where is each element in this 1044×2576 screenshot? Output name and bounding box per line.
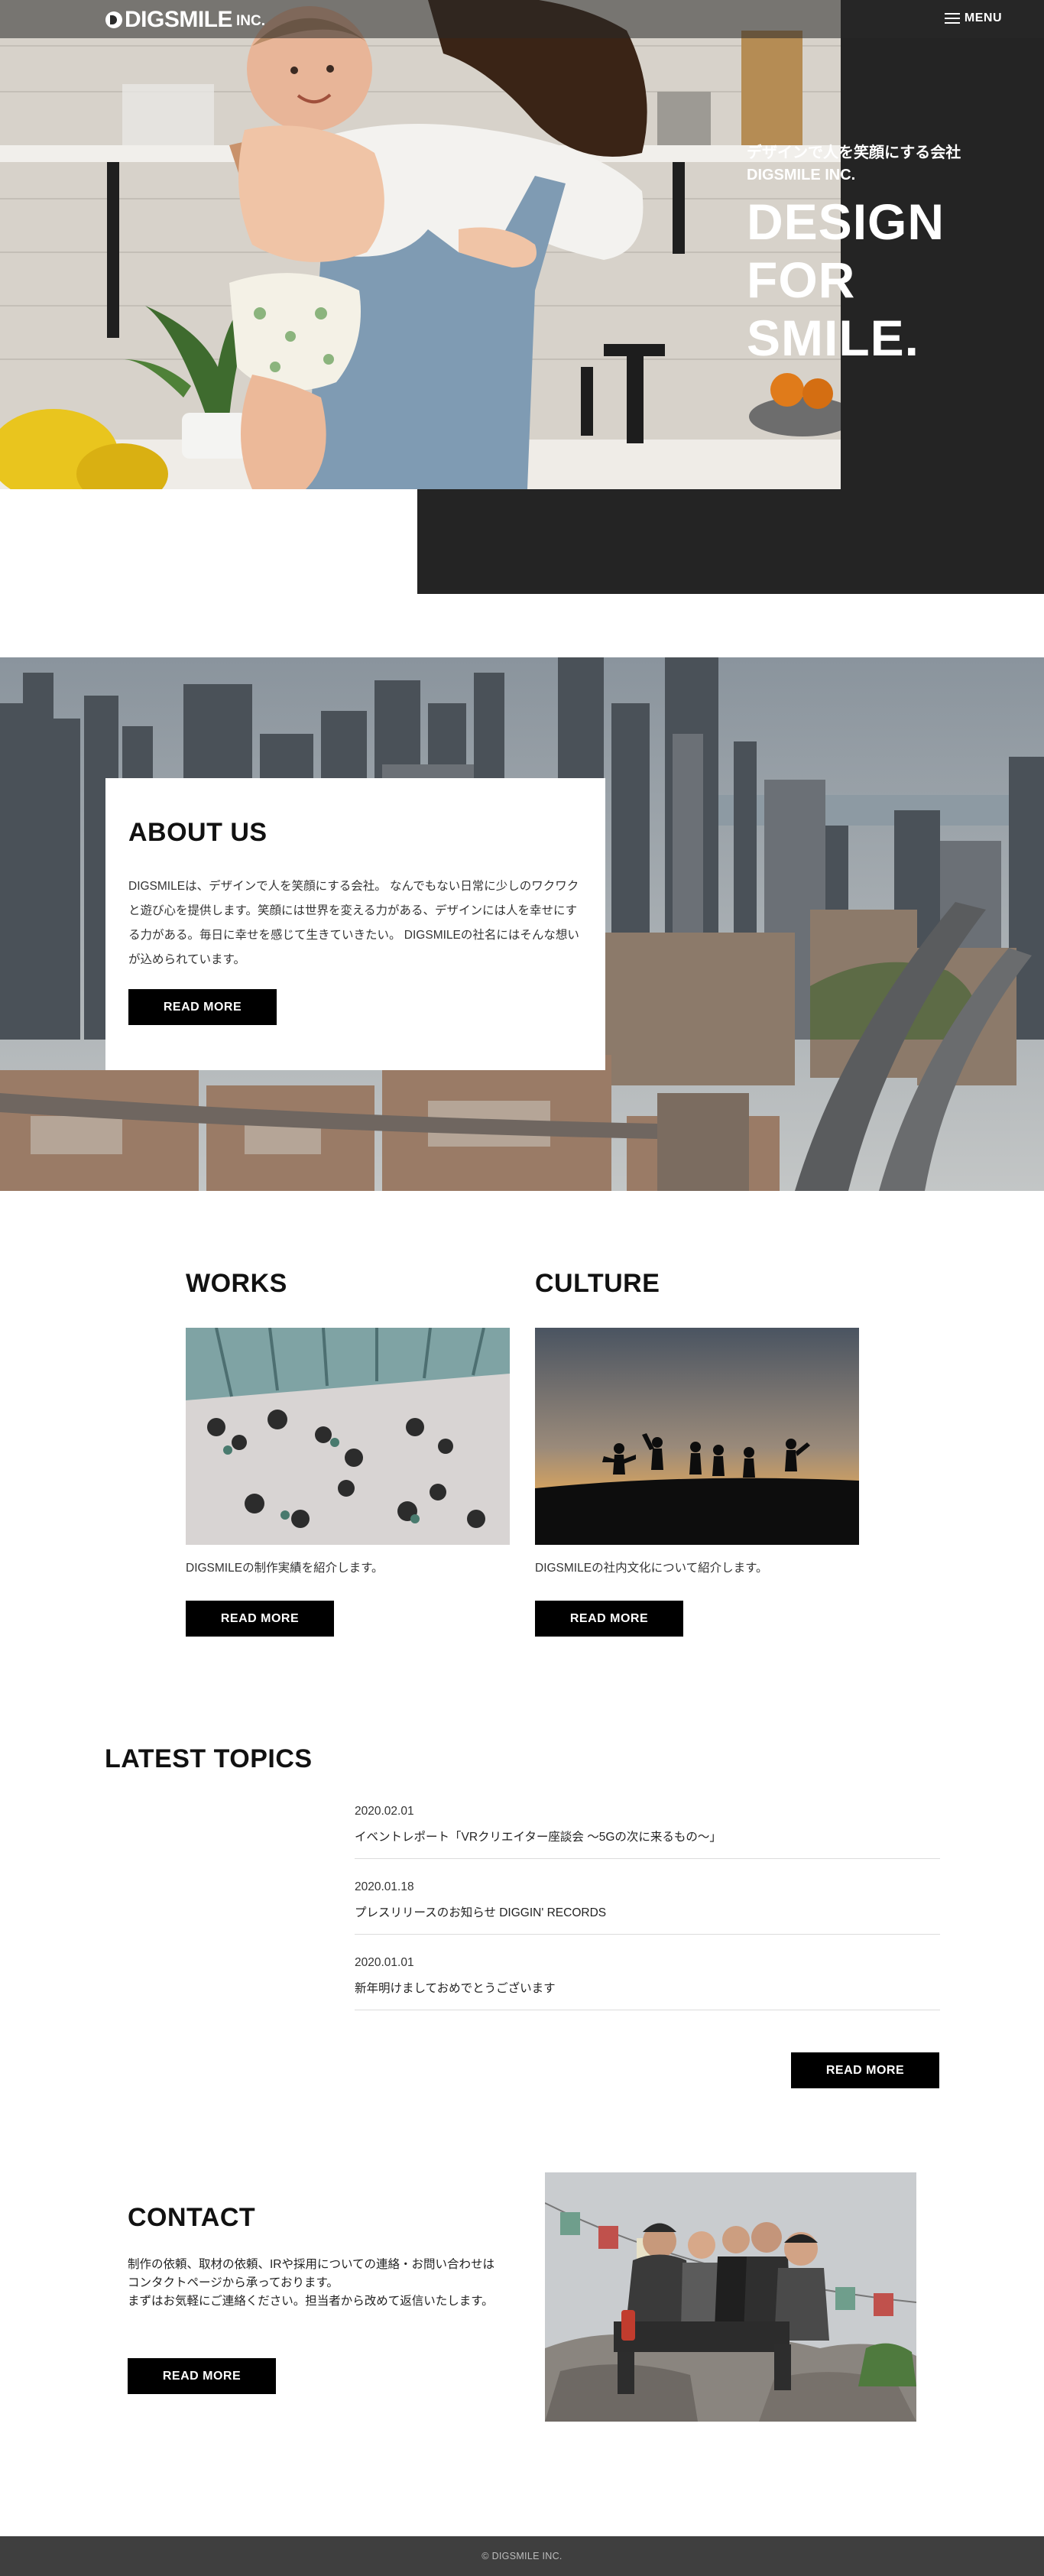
hero-title: DESIGN FOR SMILE. (747, 193, 961, 367)
about-card: ABOUT US DIGSMILEは、デザインで人を笑顔にする会社。 なんでもな… (105, 778, 605, 1070)
logo-mark-icon (105, 11, 122, 28)
site-header: DIGSMILE INC. MENU (0, 0, 1044, 38)
culture-text: DIGSMILEの社内文化について紹介します。 (535, 1562, 768, 1575)
topic-title[interactable]: プレスリリースのお知らせ DIGGIN' RECORDS (355, 1906, 606, 1921)
hero-title-line-3: SMILE. (747, 310, 920, 366)
menu-label: MENU (964, 11, 1002, 24)
topics-heading: LATEST TOPICS (105, 1744, 313, 1773)
menu-button[interactable]: MENU (944, 11, 1002, 25)
topic-item[interactable]: 2020.01.18 プレスリリースのお知らせ DIGGIN' RECORDS (355, 1880, 940, 1935)
works-heading: WORKS (186, 1269, 287, 1298)
site-footer: © DIGSMILE INC. (0, 2536, 1044, 2576)
contact-text-line-2: まずはお気軽にご連絡ください。担当者から改めて返信いたします。 (128, 2295, 494, 2308)
works-read-more-button[interactable]: READ MORE (186, 1601, 334, 1637)
hero-text-block: デザインで人を笑顔にする会社 DIGSMILE INC. DESIGN FOR … (747, 142, 961, 367)
topic-title[interactable]: イベントレポート「VRクリエイター座談会 ～5Gの次に来るもの～」 (355, 1830, 721, 1845)
hero-title-line-1: DESIGN (747, 193, 945, 250)
about-heading: ABOUT US (128, 818, 267, 847)
topic-date: 2020.01.01 (355, 1956, 414, 1969)
topics-read-more-button[interactable]: READ MORE (791, 2052, 939, 2088)
hero-photo (0, 0, 841, 489)
site-logo[interactable]: DIGSMILE INC. (105, 7, 265, 33)
logo-suffix: INC. (236, 13, 266, 29)
logo-name: DIGSMILE (125, 7, 233, 32)
culture-image[interactable] (535, 1328, 859, 1545)
topic-item[interactable]: 2020.02.01 イベントレポート「VRクリエイター座談会 ～5Gの次に来る… (355, 1804, 940, 1859)
footer-copyright: © DIGSMILE INC. (481, 2551, 563, 2561)
topic-date: 2020.02.01 (355, 1805, 414, 1818)
culture-read-more-button[interactable]: READ MORE (535, 1601, 683, 1637)
topic-title[interactable]: 新年明けましておめでとうございます (355, 1981, 556, 1997)
contact-heading: CONTACT (128, 2203, 256, 2232)
about-read-more-button[interactable]: READ MORE (128, 989, 277, 1025)
hero-subtitle-line-2: DIGSMILE INC. (747, 167, 856, 183)
about-text: DIGSMILEは、デザインで人を笑顔にする会社。 なんでもない日常に少しのワク… (128, 880, 579, 966)
hero-subtitle-line-1: デザインで人を笑顔にする会社 (747, 144, 961, 161)
hero-subtitle: デザインで人を笑顔にする会社 DIGSMILE INC. (747, 142, 961, 187)
topic-item[interactable]: 2020.01.01 新年明けましておめでとうございます (355, 1955, 940, 2010)
hero-title-line-2: FOR (747, 251, 856, 308)
works-image[interactable] (186, 1328, 510, 1545)
hamburger-icon (944, 13, 960, 24)
contact-read-more-button[interactable]: READ MORE (128, 2358, 276, 2394)
culture-heading: CULTURE (535, 1269, 660, 1298)
contact-text-line-1: 制作の依頼、取材の依頼、IRや採用についての連絡・お問い合わせはコンタクトページ… (128, 2258, 495, 2289)
contact-text: 制作の依頼、取材の依頼、IRや採用についての連絡・お問い合わせはコンタクトページ… (128, 2256, 502, 2311)
topic-date: 2020.01.18 (355, 1880, 414, 1893)
works-text: DIGSMILEの制作実績を紹介します。 (186, 1562, 384, 1575)
contact-image (545, 2172, 916, 2422)
